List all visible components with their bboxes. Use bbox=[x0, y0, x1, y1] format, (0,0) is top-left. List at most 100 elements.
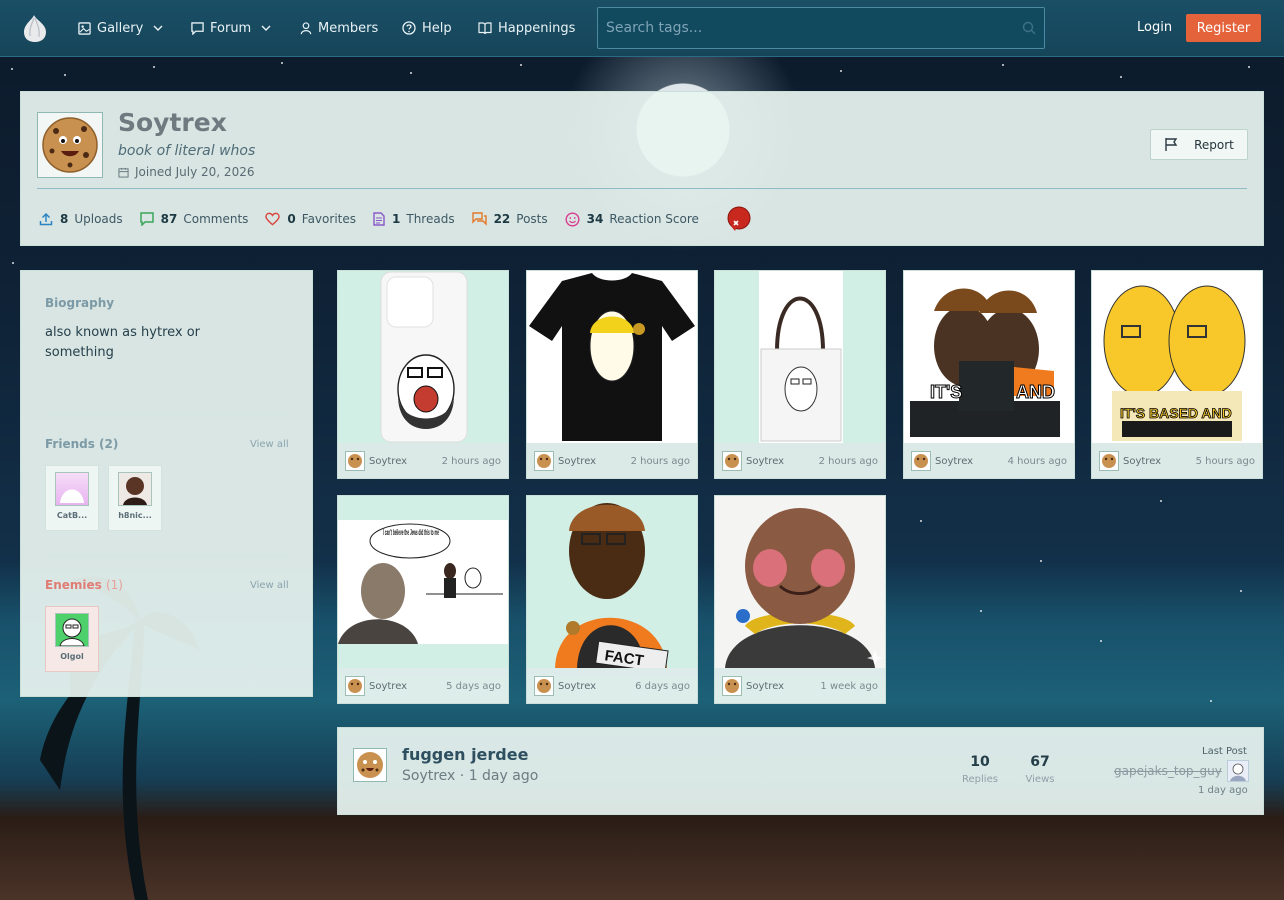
nav-forum-label: Forum bbox=[210, 20, 252, 36]
gallery-item[interactable]: Soytrex 2 hours ago bbox=[714, 270, 886, 479]
uploader-avatar[interactable] bbox=[534, 451, 554, 471]
friend-avatar bbox=[118, 472, 152, 506]
thread-views-label: Views bbox=[1025, 774, 1055, 785]
report-button[interactable]: Report bbox=[1150, 129, 1248, 160]
upload-time: 1 week ago bbox=[820, 680, 878, 692]
uploader-name[interactable]: Soytrex bbox=[746, 681, 784, 692]
uploader-avatar[interactable] bbox=[345, 451, 365, 471]
upload-time: 4 hours ago bbox=[1007, 455, 1067, 467]
thread-replies-count: 10 bbox=[970, 754, 990, 770]
stat-posts[interactable]: 22 Posts bbox=[471, 212, 548, 226]
uploader-name[interactable]: Soytrex bbox=[935, 456, 973, 467]
stat-comments-value: 87 bbox=[160, 212, 178, 226]
stat-reaction-score[interactable]: 34 Reaction Score bbox=[565, 211, 699, 227]
thread-author-avatar[interactable] bbox=[353, 748, 387, 782]
book-icon bbox=[478, 21, 492, 35]
star bbox=[1160, 500, 1162, 502]
site-logo-onion-icon[interactable] bbox=[18, 12, 50, 44]
profile-avatar[interactable] bbox=[37, 112, 103, 178]
friend-card[interactable]: CatB... bbox=[45, 465, 99, 531]
uploader-avatar[interactable] bbox=[534, 676, 554, 696]
enemy-name: Olgol bbox=[60, 652, 84, 661]
nav-gallery[interactable]: Gallery bbox=[78, 0, 163, 56]
star bbox=[1120, 76, 1122, 78]
gallery-thumbnail bbox=[715, 496, 885, 668]
nav-help[interactable]: Help bbox=[402, 0, 452, 56]
search-tags-input[interactable] bbox=[597, 7, 1045, 49]
enemy-avatar bbox=[55, 613, 89, 647]
register-button[interactable]: Register bbox=[1186, 14, 1261, 42]
nav-help-label: Help bbox=[422, 20, 452, 36]
star bbox=[980, 610, 982, 612]
last-post-avatar[interactable] bbox=[1227, 760, 1249, 782]
uploader-avatar[interactable] bbox=[345, 676, 365, 696]
gallery-item[interactable]: I can't believe the Jews did this to me … bbox=[337, 495, 509, 704]
enemies-list: Olgol bbox=[45, 606, 295, 672]
stat-favorites-label: Favorites bbox=[301, 212, 356, 226]
thread-title[interactable]: fuggen jerdee bbox=[402, 745, 528, 764]
thread-list-item[interactable]: fuggen jerdee Soytrex · 1 day ago 10 Rep… bbox=[337, 727, 1264, 815]
gallery-thumbnail: IT'S AND bbox=[904, 271, 1074, 443]
thread-time: 1 day ago bbox=[468, 768, 539, 784]
gallery-item[interactable]: Soytrex 2 hours ago bbox=[337, 270, 509, 479]
enemies-view-all-link[interactable]: View all bbox=[250, 580, 289, 591]
heart-icon bbox=[265, 212, 281, 226]
gallery-item[interactable]: IT'S BASED AND Soytrex 5 hours ago bbox=[1091, 270, 1263, 479]
comment-icon bbox=[139, 212, 154, 226]
nav-happenings[interactable]: Happenings bbox=[478, 0, 575, 56]
nav-forum[interactable]: Forum bbox=[191, 0, 271, 56]
stat-favorites[interactable]: 0 Favorites bbox=[265, 212, 356, 226]
trophy-badge-icon[interactable] bbox=[724, 205, 752, 233]
gallery-item[interactable]: Soytrex 1 week ago bbox=[714, 495, 886, 704]
image-icon bbox=[78, 21, 91, 35]
meme-speech-bubble-text: I can't believe the Jews did this to me bbox=[383, 528, 439, 537]
uploader-name[interactable]: Soytrex bbox=[1123, 456, 1161, 467]
thread-author[interactable]: Soytrex bbox=[402, 768, 455, 784]
profile-sidebar: Biography also known as hytrex or someth… bbox=[20, 270, 313, 697]
friend-card[interactable]: h8nic... bbox=[108, 465, 162, 531]
enemies-count: (1) bbox=[105, 578, 123, 592]
gallery-thumbnail: FACT bbox=[527, 496, 697, 668]
uploader-avatar[interactable] bbox=[722, 676, 742, 696]
gallery-item[interactable]: Soytrex 2 hours ago bbox=[526, 270, 698, 479]
meta-separator: · bbox=[459, 768, 469, 784]
search-icon[interactable] bbox=[1022, 20, 1036, 39]
user-icon bbox=[300, 21, 312, 35]
stat-uploads[interactable]: 8 Uploads bbox=[39, 212, 123, 226]
enemies-title-text: Enemies bbox=[45, 578, 102, 592]
stat-uploads-value: 8 bbox=[60, 212, 69, 226]
nav-members[interactable]: Members bbox=[300, 0, 378, 56]
cookie-avatar-icon bbox=[42, 117, 98, 173]
login-link[interactable]: Login bbox=[1137, 20, 1172, 35]
uploader-name[interactable]: Soytrex bbox=[369, 456, 407, 467]
calendar-icon bbox=[118, 167, 129, 178]
uploader-name[interactable]: Soytrex bbox=[746, 456, 784, 467]
stat-comments-label: Comments bbox=[183, 212, 249, 226]
uploader-avatar[interactable] bbox=[1099, 451, 1119, 471]
thread-meta: Soytrex · 1 day ago bbox=[402, 768, 538, 784]
enemy-card[interactable]: Olgol bbox=[45, 606, 99, 672]
upload-time: 6 days ago bbox=[635, 680, 690, 692]
stat-posts-value: 22 bbox=[493, 212, 511, 226]
star bbox=[11, 68, 13, 70]
posts-icon bbox=[471, 212, 487, 226]
upload-time: 5 days ago bbox=[446, 680, 501, 692]
uploader-avatar[interactable] bbox=[911, 451, 931, 471]
stat-threads[interactable]: 1 Threads bbox=[373, 212, 455, 226]
uploader-name[interactable]: Soytrex bbox=[558, 456, 596, 467]
uploader-name[interactable]: Soytrex bbox=[558, 681, 596, 692]
gallery-item[interactable]: IT'S AND Soytrex 4 hours ago bbox=[903, 270, 1075, 479]
last-post-user[interactable]: gapejaks_top_guy bbox=[1114, 764, 1222, 778]
star bbox=[1040, 560, 1042, 562]
friends-view-all-link[interactable]: View all bbox=[250, 439, 289, 450]
uploader-avatar[interactable] bbox=[722, 451, 742, 471]
star bbox=[520, 64, 522, 66]
top-navigation-bar: Gallery Forum Members Help Happenings Se… bbox=[0, 0, 1284, 57]
sidebar-divider bbox=[45, 556, 289, 557]
upload-time: 2 hours ago bbox=[818, 455, 878, 467]
uploader-name[interactable]: Soytrex bbox=[369, 681, 407, 692]
gallery-item-footer: Soytrex 2 hours ago bbox=[345, 450, 501, 472]
stat-reaction-label: Reaction Score bbox=[609, 212, 699, 226]
stat-comments[interactable]: 87 Comments bbox=[139, 212, 249, 226]
gallery-item[interactable]: FACT Soytrex 6 days ago bbox=[526, 495, 698, 704]
